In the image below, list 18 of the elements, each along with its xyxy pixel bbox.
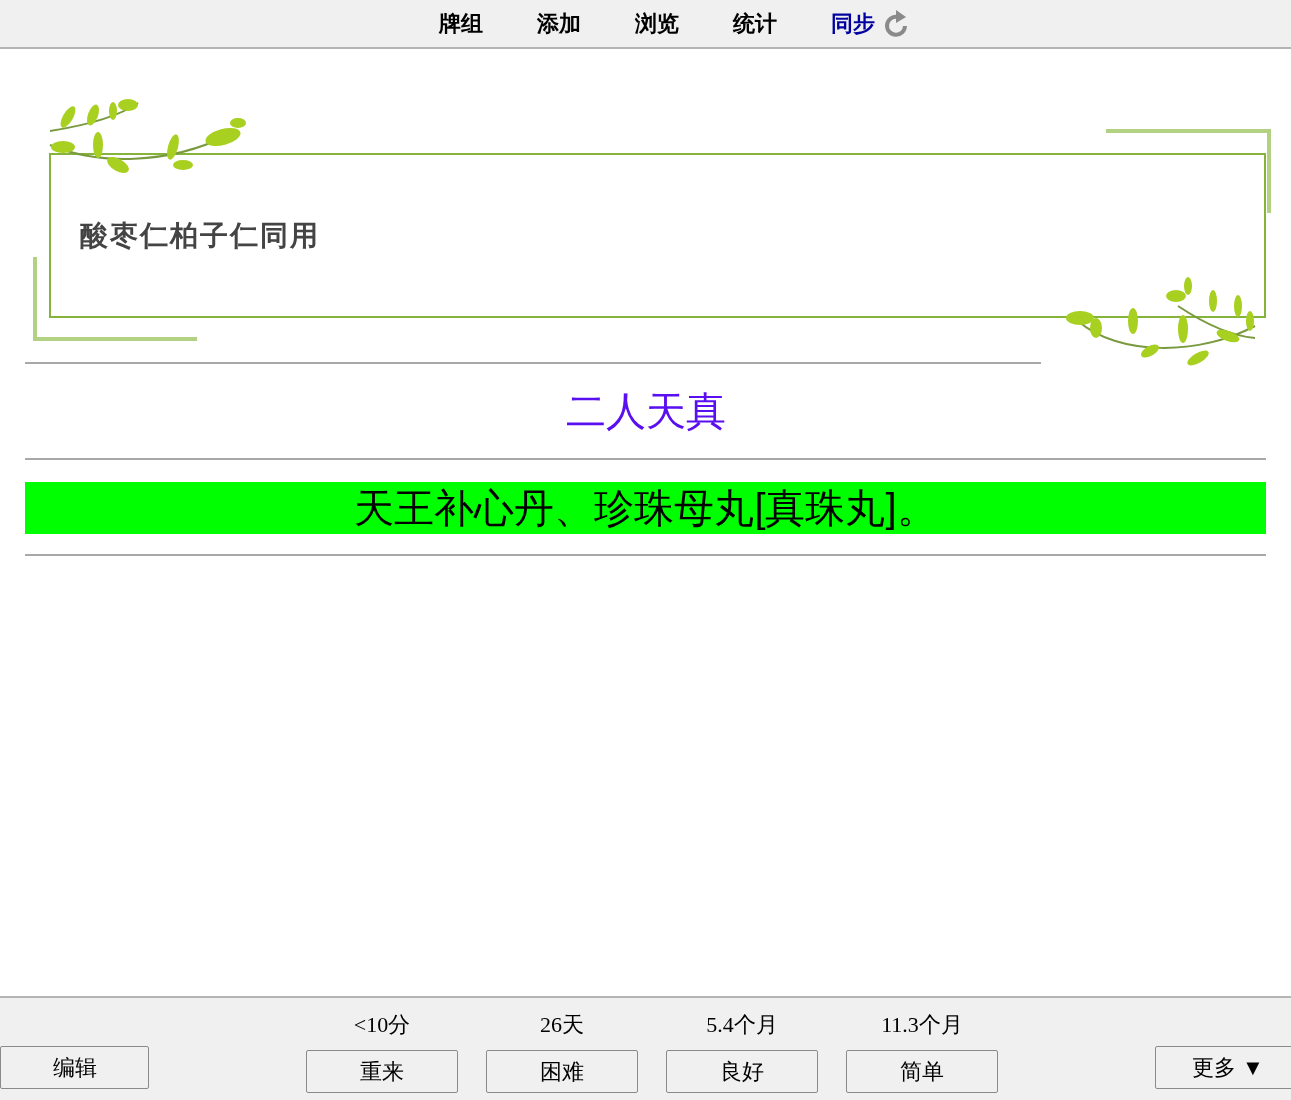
answer-button[interactable]: 重来	[306, 1050, 458, 1093]
interval-label: 11.3个月	[881, 1011, 963, 1038]
answer-button[interactable]: 良好	[666, 1050, 818, 1093]
answer-button[interactable]: 简单	[846, 1050, 998, 1093]
hint-text: 二人天真	[565, 388, 726, 435]
toolbar-link[interactable]: 浏览	[634, 7, 679, 40]
interval-label: 26天	[540, 1011, 584, 1038]
edit-button[interactable]: 编辑	[0, 1046, 149, 1089]
card-front-text: 酸枣仁柏子仁同用	[80, 218, 320, 253]
interval-label: <10分	[353, 1011, 411, 1038]
answer-text: 天王补心丹、珍珠母丸[真珠丸]。	[354, 488, 937, 528]
answer-button[interactable]: 困难	[486, 1050, 638, 1093]
more-button[interactable]: 更多 ▼	[1155, 1046, 1291, 1089]
toolbar-link[interactable]: 添加	[536, 7, 581, 40]
toolbar-link[interactable]: 牌组	[438, 7, 483, 40]
interval-label: 5.4个月	[706, 1011, 778, 1038]
toolbar-link[interactable]: 统计	[732, 7, 777, 40]
sync-link[interactable]: 同步	[830, 7, 875, 40]
